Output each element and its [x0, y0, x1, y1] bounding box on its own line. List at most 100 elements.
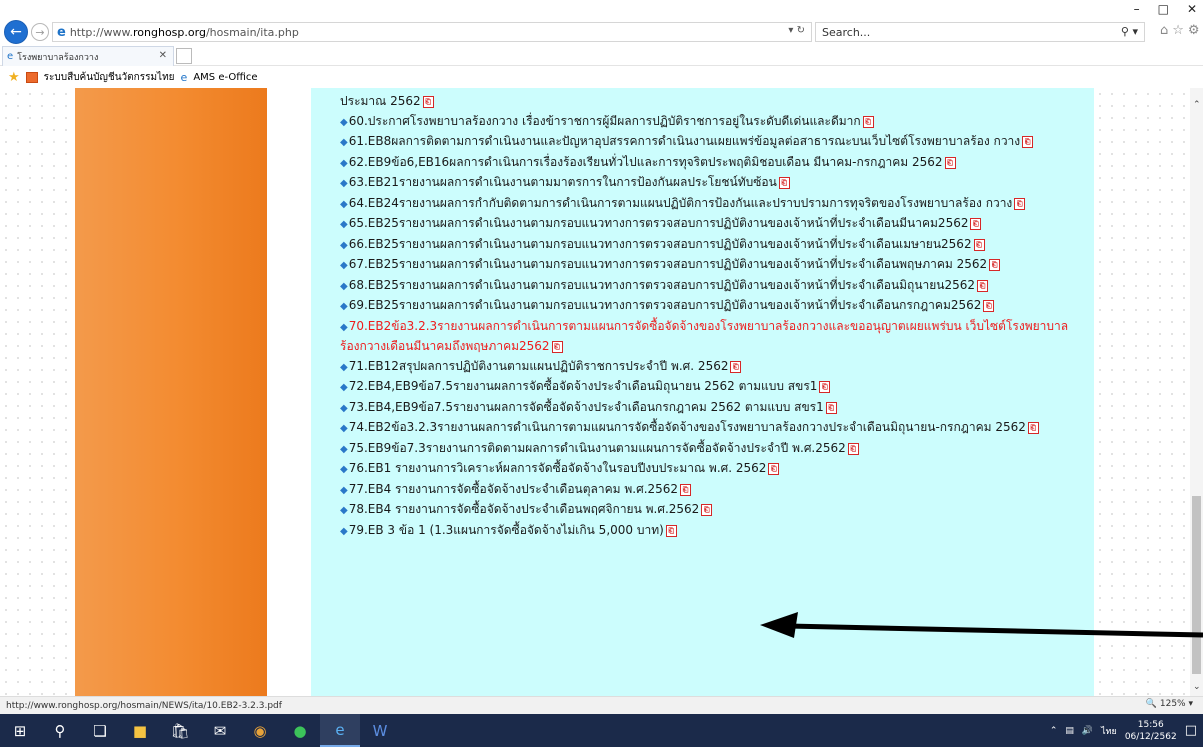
pdf-icon[interactable]: ⎗: [970, 218, 982, 230]
task-view-icon[interactable]: ❏: [80, 714, 120, 747]
minimize-icon[interactable]: –: [1134, 2, 1140, 16]
pdf-icon[interactable]: ⎗: [825, 401, 837, 414]
document-link-item[interactable]: ◆75.EB9ข้อ7.3รายงานการติดตามผลการดำเนินง…: [340, 439, 1085, 460]
favorite-link-1[interactable]: ระบบสืบค้นบัญชีนวัตกรรมไทย: [44, 70, 175, 85]
gear-icon[interactable]: ⚙: [1188, 23, 1200, 38]
pdf-icon[interactable]: ⎗: [422, 96, 434, 108]
close-icon[interactable]: ✕: [1187, 2, 1197, 16]
document-link-text[interactable]: 70.EB2ข้อ3.2.3รายงานผลการดำเนินการตามแผน…: [340, 319, 1068, 354]
pdf-icon[interactable]: ⎗: [680, 483, 692, 496]
pdf-icon[interactable]: ⎗: [862, 115, 874, 128]
document-link-text[interactable]: 71.EB12สรุปผลการปฏิบัติงานตามแผนปฏิบัติร…: [349, 359, 729, 373]
document-link-item[interactable]: ◆79.EB 3 ข้อ 1 (1.3แผนการจัดซื้อจัดจ้างไ…: [340, 521, 1085, 542]
pdf-icon[interactable]: ⎗: [768, 463, 780, 475]
pdf-icon[interactable]: ⎗: [730, 360, 742, 373]
document-link-text[interactable]: 65.EB25รายงานผลการดำเนินงานตามกรอบแนวทาง…: [349, 216, 969, 230]
line-icon[interactable]: ●: [280, 714, 320, 747]
tab-ronghosp[interactable]: e โรงพยาบาลร้องกวาง ✕: [2, 46, 174, 66]
pdf-icon[interactable]: ⎗: [1027, 422, 1039, 434]
windows-start-icon[interactable]: ⊞: [0, 714, 40, 747]
document-link-item[interactable]: ◆62.EB9ข้อ6,EB16ผลการดำเนินการเรื่องร้อง…: [340, 153, 1085, 174]
document-link-text[interactable]: 60.ประกาศโรงพยาบาลร้องกวาง เรื่องข้าราชก…: [349, 114, 861, 128]
forward-button[interactable]: →: [31, 23, 49, 41]
document-link-item[interactable]: ◆76.EB1 รายงานการวิเคราะห์ผลการจัดซื้อจั…: [340, 459, 1085, 480]
scrollbar-thumb[interactable]: [1192, 496, 1201, 674]
document-link-text[interactable]: 62.EB9ข้อ6,EB16ผลการดำเนินการเรื่องร้องเ…: [349, 155, 943, 169]
pdf-icon[interactable]: ⎗: [1022, 136, 1034, 148]
favorites-star-icon[interactable]: ★: [8, 70, 20, 85]
document-link-text[interactable]: 69.EB25รายงานผลการดำเนินงานตามกรอบแนวทาง…: [349, 298, 982, 312]
favorite-link-2[interactable]: AMS e-Office: [193, 72, 257, 83]
document-link-item[interactable]: ◆64.EB24รายงานผลการกำกับติดตามการดำเนินก…: [340, 194, 1085, 215]
pdf-icon[interactable]: ⎗: [973, 238, 985, 251]
home-icon[interactable]: ⌂: [1160, 23, 1168, 38]
pdf-icon[interactable]: ⎗: [1014, 197, 1026, 210]
document-link-item[interactable]: ◆72.EB4,EB9ข้อ7.5รายงานผลการจัดซื้อจัดจ้…: [340, 377, 1085, 398]
document-link-item[interactable]: ◆63.EB21รายงานผลการดำเนินงานตามมาตรการใน…: [340, 173, 1085, 194]
document-link-text[interactable]: 66.EB25รายงานผลการดำเนินงานตามกรอบแนวทาง…: [349, 237, 972, 251]
document-link-item[interactable]: ◆77.EB4 รายงานการจัดซื้อจัดจ้างประจำเดือ…: [340, 480, 1085, 501]
document-link-item[interactable]: ◆61.EB8ผลการติดตามการดำเนินงานและปัญหาอุ…: [340, 132, 1085, 153]
tab-close-icon[interactable]: ✕: [159, 50, 167, 61]
document-link-item[interactable]: ◆67.EB25รายงานผลการดำเนินงานตามกรอบแนวทา…: [340, 255, 1085, 276]
document-link-text[interactable]: 74.EB2ข้อ3.2.3รายงานผลการดำเนินการตามแผน…: [349, 420, 1026, 434]
pdf-icon[interactable]: ⎗: [977, 279, 989, 292]
document-link-text[interactable]: 75.EB9ข้อ7.3รายงานการติดตามผลการดำเนินงา…: [349, 441, 846, 455]
document-link-item[interactable]: ◆74.EB2ข้อ3.2.3รายงานผลการดำเนินการตามแผ…: [340, 418, 1085, 439]
pdf-icon[interactable]: ⎗: [778, 177, 790, 189]
document-link-item[interactable]: ◆65.EB25รายงานผลการดำเนินงานตามกรอบแนวทา…: [340, 214, 1085, 235]
search-icon[interactable]: ⚲ ▾: [1121, 25, 1138, 38]
pdf-icon[interactable]: ⎗: [989, 259, 1001, 271]
document-link-item[interactable]: ◆70.EB2ข้อ3.2.3รายงานผลการดำเนินการตามแผ…: [340, 317, 1085, 357]
document-link-text[interactable]: 63.EB21รายงานผลการดำเนินงานตามมาตรการในก…: [349, 175, 777, 189]
notification-icon[interactable]: □: [1185, 723, 1197, 738]
document-link-item[interactable]: ประมาณ 2562 ⎗: [340, 92, 1085, 112]
back-button[interactable]: ←: [4, 20, 28, 44]
document-link-text[interactable]: 68.EB25รายงานผลการดำเนินงานตามกรอบแนวทาง…: [349, 278, 975, 292]
pdf-icon[interactable]: ⎗: [944, 156, 956, 169]
document-link-item[interactable]: ◆71.EB12สรุปผลการปฏิบัติงานตามแผนปฏิบัติ…: [340, 357, 1085, 378]
document-link-text[interactable]: 77.EB4 รายงานการจัดซื้อจัดจ้างประจำเดือน…: [349, 482, 678, 496]
search-icon[interactable]: ⚲: [40, 714, 80, 747]
document-link-text[interactable]: ประมาณ 2562: [340, 94, 421, 108]
scroll-down-icon[interactable]: ⌄: [1193, 682, 1201, 692]
document-link-text[interactable]: 76.EB1 รายงานการวิเคราะห์ผลการจัดซื้อจัด…: [349, 461, 767, 475]
word-icon[interactable]: W: [360, 714, 400, 747]
pdf-icon[interactable]: ⎗: [819, 381, 831, 393]
document-link-item[interactable]: ◆69.EB25รายงานผลการดำเนินงานตามกรอบแนวทา…: [340, 296, 1085, 317]
restore-icon[interactable]: □: [1158, 2, 1169, 16]
refresh-icon[interactable]: ▾ ↻: [788, 25, 805, 36]
search-input[interactable]: Search... ⚲ ▾: [815, 22, 1145, 42]
document-link-text[interactable]: 79.EB 3 ข้อ 1 (1.3แผนการจัดซื้อจัดจ้างไม…: [349, 523, 664, 537]
pdf-icon[interactable]: ⎗: [847, 442, 859, 455]
document-link-text[interactable]: 78.EB4 รายงานการจัดซื้อจัดจ้างประจำเดือน…: [349, 502, 700, 516]
volume-icon[interactable]: 🔊: [1082, 726, 1093, 736]
address-bar[interactable]: e http://www.ronghosp.org/hosmain/ita.ph…: [52, 22, 812, 42]
document-link-item[interactable]: ◆68.EB25รายงานผลการดำเนินงานตามกรอบแนวทา…: [340, 276, 1085, 297]
document-link-item[interactable]: ◆60.ประกาศโรงพยาบาลร้องกวาง เรื่องข้าราช…: [340, 112, 1085, 133]
pdf-icon[interactable]: ⎗: [665, 524, 677, 537]
document-link-text[interactable]: 64.EB24รายงานผลการกำกับติดตามการดำเนินกา…: [349, 196, 1013, 210]
document-link-text[interactable]: 67.EB25รายงานผลการดำเนินงานตามกรอบแนวทาง…: [349, 257, 987, 271]
network-icon[interactable]: ▤: [1065, 726, 1074, 736]
document-link-item[interactable]: ◆66.EB25รายงานผลการดำเนินงานตามกรอบแนวทา…: [340, 235, 1085, 256]
file-explorer-icon[interactable]: ■: [120, 714, 160, 747]
pdf-icon[interactable]: ⎗: [551, 341, 563, 353]
document-link-text[interactable]: 61.EB8ผลการติดตามการดำเนินงานและปัญหาอุป…: [349, 134, 1020, 148]
tray-up-icon[interactable]: ⌃: [1050, 726, 1058, 736]
chrome-icon[interactable]: ◉: [240, 714, 280, 747]
new-tab-button[interactable]: [176, 48, 192, 64]
zoom-level[interactable]: 🔍 125% ▾: [1146, 699, 1193, 709]
pdf-icon[interactable]: ⎗: [701, 504, 713, 516]
pdf-icon[interactable]: ⎗: [983, 300, 995, 312]
clock[interactable]: 15:56 06/12/2562: [1125, 719, 1177, 743]
mail-icon[interactable]: ✉: [200, 714, 240, 747]
document-link-item[interactable]: ◆78.EB4 รายงานการจัดซื้อจัดจ้างประจำเดือ…: [340, 500, 1085, 521]
language-indicator[interactable]: ไทย: [1101, 724, 1117, 738]
internet-explorer-icon[interactable]: e: [320, 714, 360, 747]
document-link-item[interactable]: ◆73.EB4,EB9ข้อ7.5รายงานผลการจัดซื้อจัดจ้…: [340, 398, 1085, 419]
store-icon[interactable]: 🛍: [160, 714, 200, 747]
scroll-up-icon[interactable]: ⌃: [1193, 100, 1201, 110]
document-link-text[interactable]: 73.EB4,EB9ข้อ7.5รายงานผลการจัดซื้อจัดจ้า…: [349, 400, 824, 414]
favorites-star-icon[interactable]: ☆: [1172, 23, 1184, 38]
